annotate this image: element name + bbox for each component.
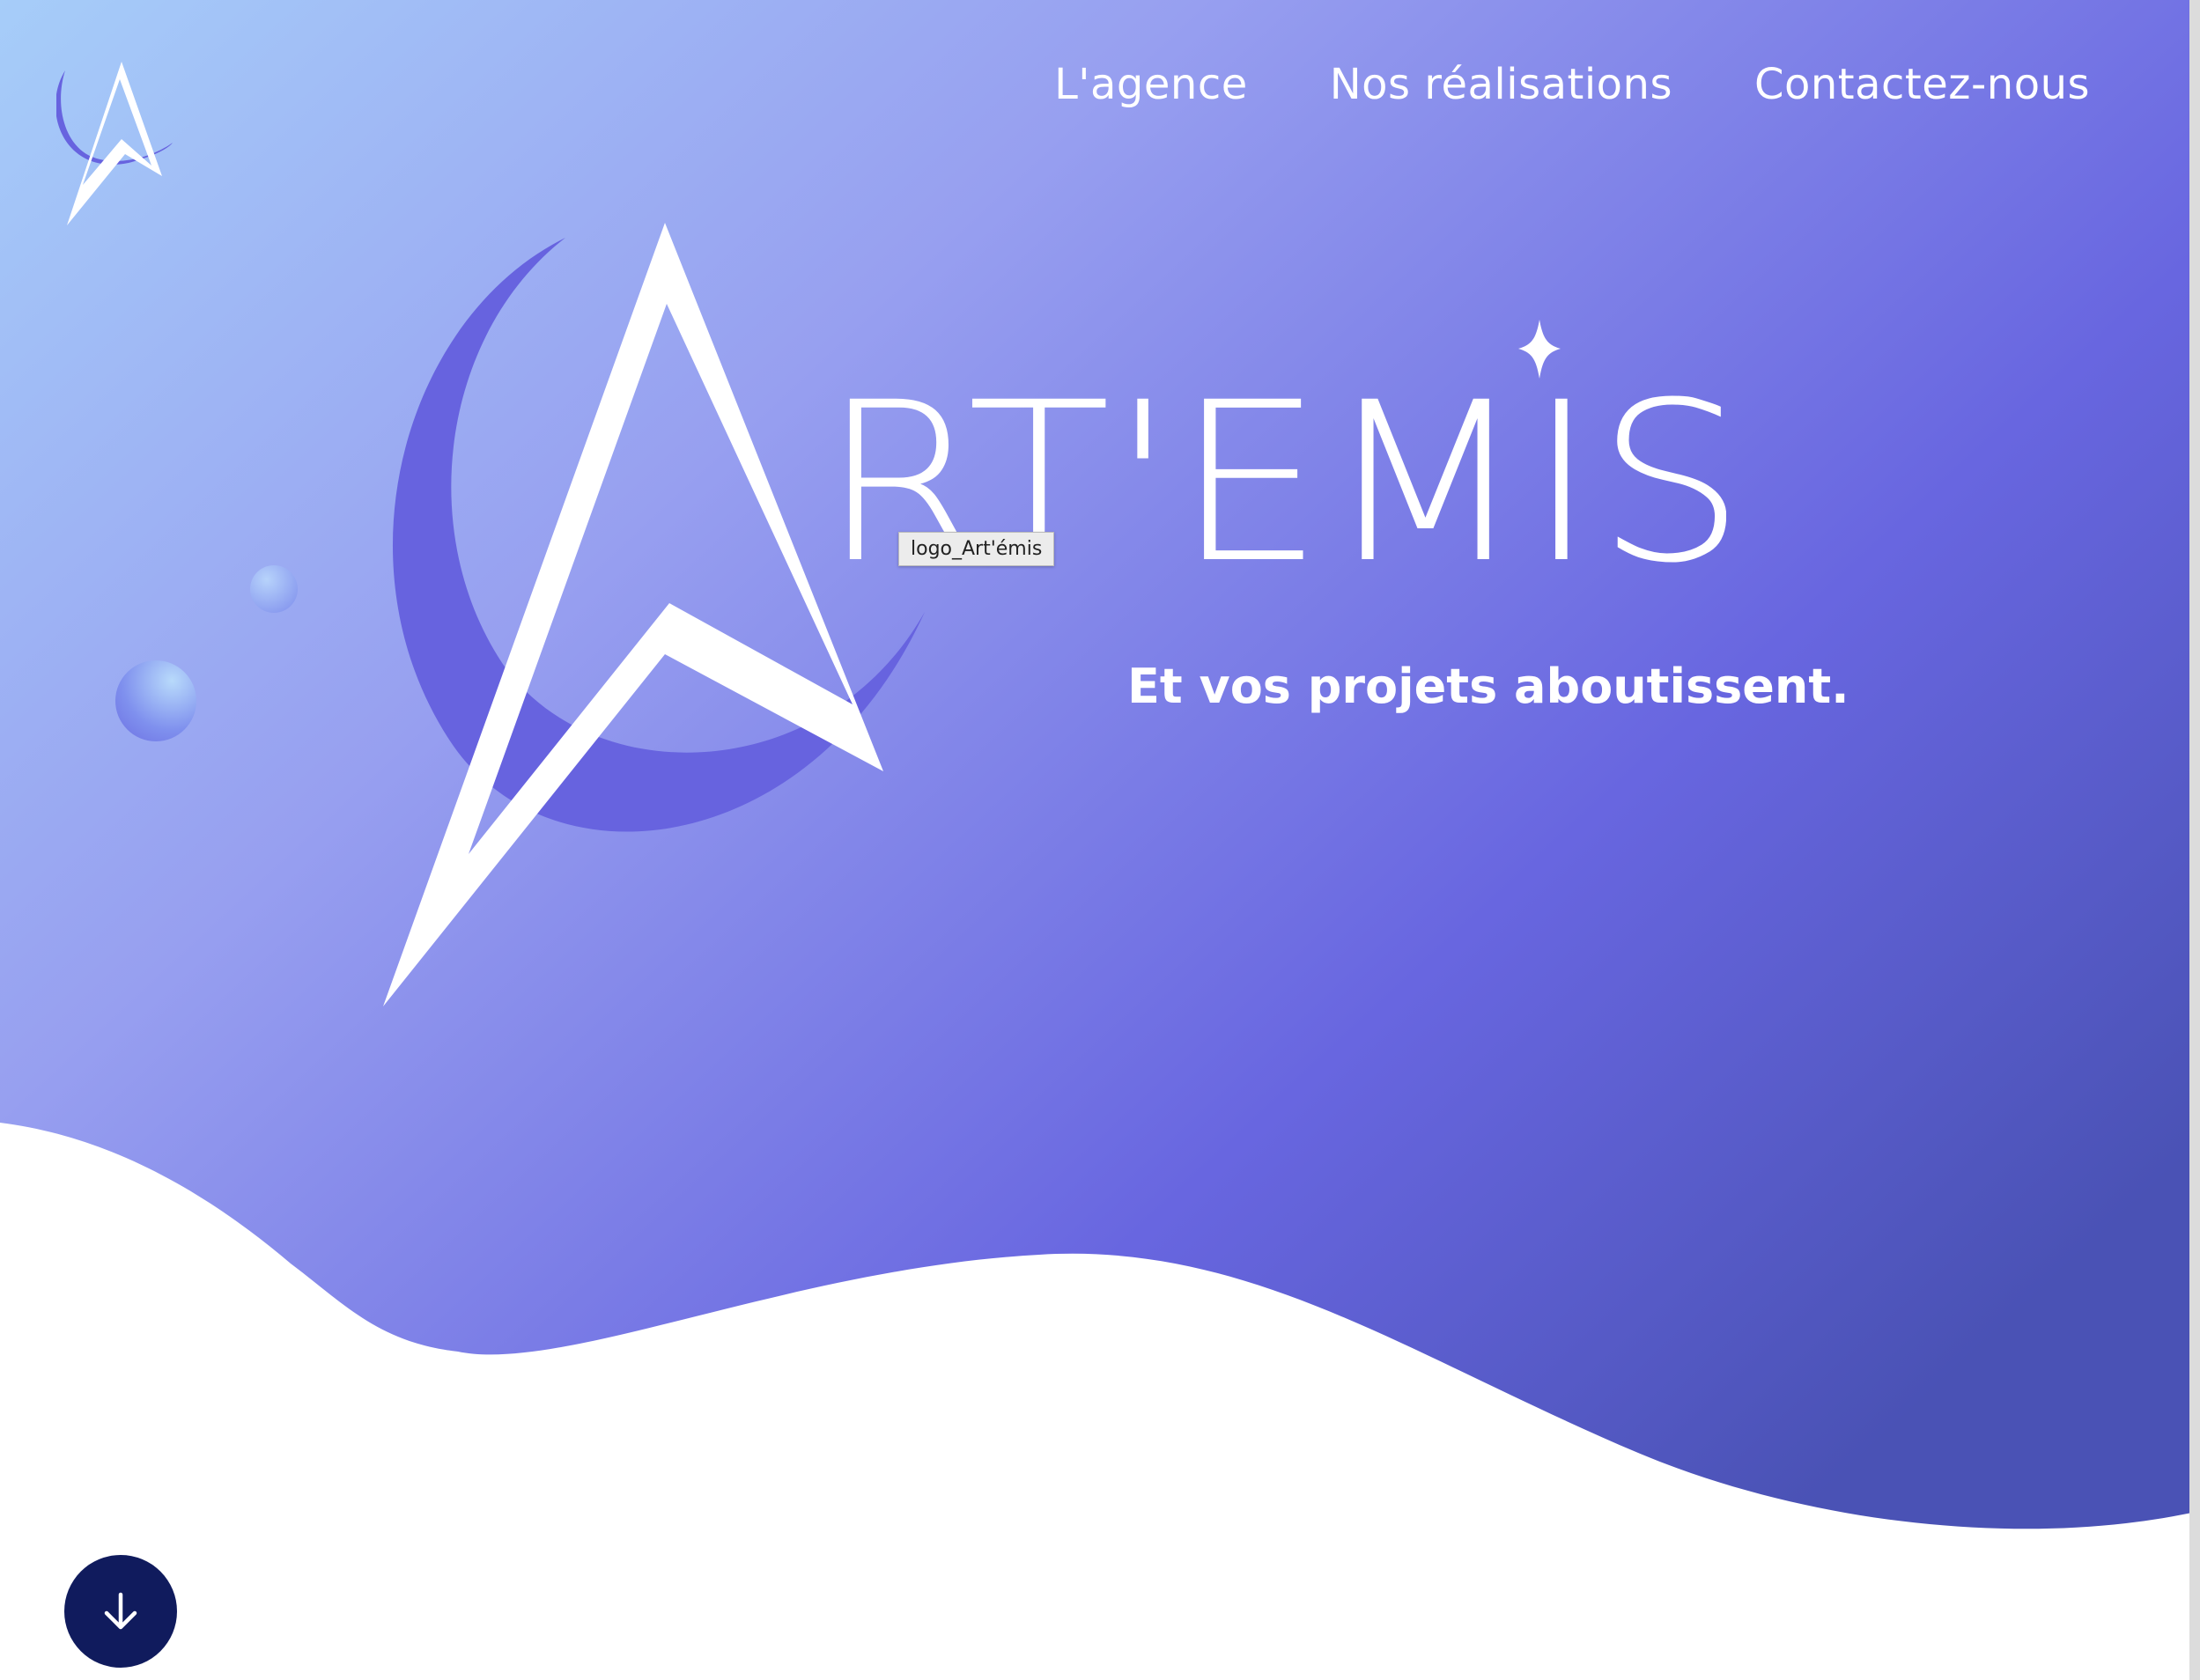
hero-tagline: Et vos projets aboutissent. bbox=[1127, 659, 1849, 714]
decorative-bubble-small bbox=[250, 565, 298, 613]
scroll-down-button[interactable] bbox=[64, 1555, 177, 1668]
landing-page: L'agence Nos réalisations Contactez-nous… bbox=[0, 0, 2200, 1680]
nav-link-agence[interactable]: L'agence bbox=[1054, 60, 1248, 109]
decorative-bubble-large bbox=[115, 660, 196, 741]
artemis-logo: RT'EMIS bbox=[383, 223, 1726, 1006]
logo-tooltip: logo_Art'émis bbox=[898, 532, 1055, 566]
arrow-down-icon bbox=[104, 1592, 137, 1630]
header-logo-icon[interactable] bbox=[56, 62, 180, 225]
nav-link-realisations[interactable]: Nos réalisations bbox=[1330, 60, 1672, 109]
nav-link-contact[interactable]: Contactez-nous bbox=[1754, 60, 2090, 109]
scrollbar[interactable] bbox=[2189, 0, 2200, 1680]
main-nav: L'agence Nos réalisations Contactez-nous bbox=[1054, 60, 2090, 109]
logo-wordmark: RT'EMIS bbox=[821, 355, 1726, 611]
